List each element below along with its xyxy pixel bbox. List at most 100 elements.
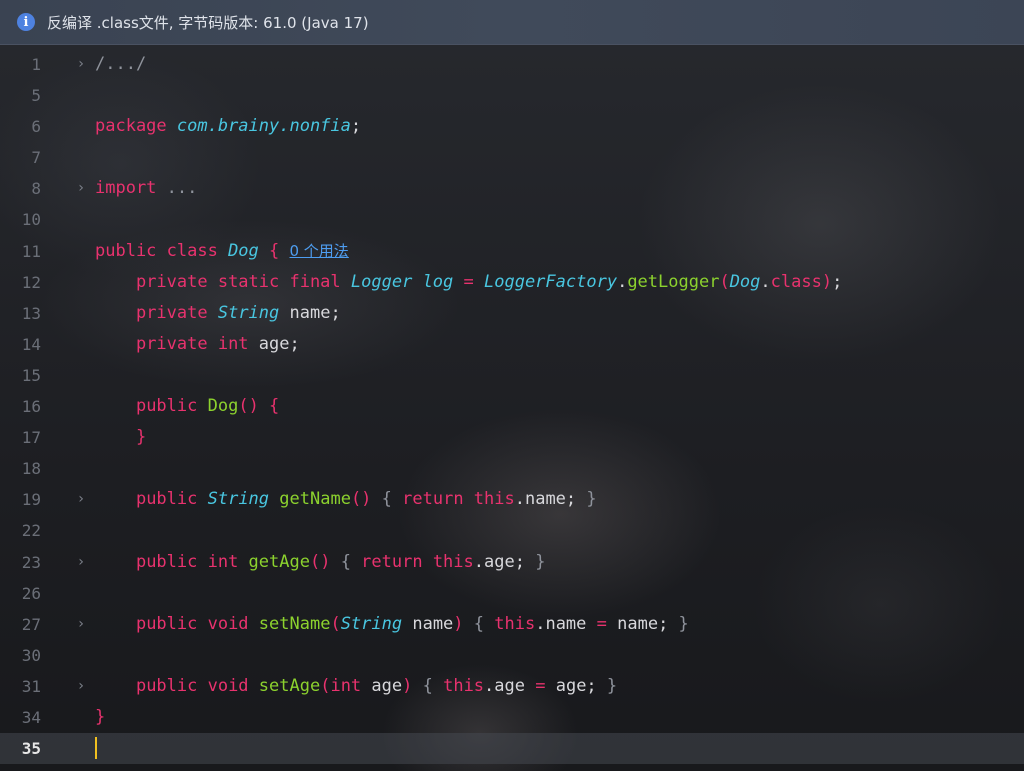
code-line[interactable]: 6 package com.brainy.nonfia;: [0, 111, 1024, 142]
line-number: 12: [21, 272, 41, 292]
code-token: int: [330, 675, 372, 696]
line-number: 13: [21, 303, 41, 323]
code-token: ;: [832, 271, 843, 292]
code-line[interactable]: 26: [0, 578, 1024, 609]
code-token: package: [95, 116, 177, 137]
code-line[interactable]: 13 private String name;: [0, 298, 1024, 329]
code-text: }: [95, 422, 146, 453]
code-text: /.../: [95, 49, 146, 80]
code-token: .name: [535, 613, 597, 634]
code-line[interactable]: 11 public class Dog { 0 个用法: [0, 236, 1024, 267]
code-text: [95, 733, 97, 764]
code-token: /.../: [95, 54, 147, 74]
fold-chevron-icon[interactable]: ›: [74, 671, 88, 702]
code-line[interactable]: 5: [0, 80, 1024, 111]
code-line[interactable]: 30: [0, 640, 1024, 671]
code-token: getLogger: [627, 271, 720, 292]
code-line[interactable]: 12 private static final Logger log = Log…: [0, 267, 1024, 298]
line-number: 16: [21, 397, 41, 417]
line-number: 1: [31, 55, 41, 74]
code-line[interactable]: 16 public Dog() {: [0, 391, 1024, 422]
code-token: setName: [258, 613, 331, 634]
banner-text: 反编译 .class文件, 字节码版本: 61.0 (Java 17): [47, 13, 369, 32]
code-text: public int getAge() { return this.age; }: [95, 547, 545, 578]
line-number: 22: [21, 521, 41, 541]
code-token: =: [596, 613, 607, 634]
code-token: age: [371, 675, 403, 696]
code-token: age;: [545, 675, 597, 696]
code-text: public void setName(String name) { this.…: [95, 609, 689, 640]
line-number: 30: [21, 645, 41, 665]
code-token: String: [340, 613, 403, 634]
code-token: {: [371, 489, 403, 510]
code-line[interactable]: 1 › /.../: [0, 49, 1024, 80]
code-token: .name;: [514, 489, 577, 510]
code-line[interactable]: 8 › import ...: [0, 173, 1024, 204]
fold-chevron-icon[interactable]: ›: [74, 609, 88, 640]
code-text: public class Dog { 0 个用法: [95, 236, 349, 267]
line-number: 31: [21, 676, 41, 696]
code-text: private static final Logger log = Logger…: [95, 267, 842, 298]
code-token: .age;: [473, 551, 525, 572]
code-token: public int: [135, 551, 249, 572]
code-line[interactable]: 22: [0, 515, 1024, 546]
code-line[interactable]: 17 }: [0, 422, 1024, 453]
code-token: }: [95, 706, 106, 727]
code-text: public void setAge(int age) { this.age =…: [95, 671, 617, 702]
code-token: return this: [361, 551, 474, 572]
code-line[interactable]: 35: [0, 733, 1024, 765]
code-line[interactable]: 14 private int age;: [0, 329, 1024, 360]
code-token: (: [330, 613, 341, 634]
code-token: (): [350, 489, 372, 510]
code-token: import: [95, 178, 167, 199]
code-line[interactable]: 18: [0, 453, 1024, 484]
line-number: 14: [21, 334, 41, 354]
fold-chevron-icon[interactable]: ›: [74, 49, 88, 80]
code-token: ): [402, 675, 413, 696]
code-token: ;: [350, 116, 362, 137]
code-line[interactable]: 23 › public int getAge() { return this.ag…: [0, 547, 1024, 578]
code-token: class: [770, 271, 822, 292]
line-number: 5: [31, 86, 41, 106]
code-token: return this: [402, 489, 515, 510]
code-token: {: [258, 240, 290, 261]
code-editor[interactable]: 1 ›/.../5 6 package com.brainy.nonfia; 7 8 › im…: [0, 49, 1024, 765]
code-line[interactable]: 15: [0, 360, 1024, 391]
code-line[interactable]: 10: [0, 204, 1024, 235]
usages-link[interactable]: 0 个用法: [290, 242, 349, 260]
line-number: 6: [31, 117, 41, 137]
code-text: public Dog() {: [95, 391, 279, 422]
code-token: name;: [279, 302, 341, 323]
info-icon: i: [17, 13, 35, 31]
code-token: LoggerFactory: [484, 271, 618, 292]
fold-chevron-icon[interactable]: ›: [74, 173, 88, 204]
code-line[interactable]: 31 › public void setAge(int age) { this.a…: [0, 671, 1024, 702]
code-text: }: [95, 702, 105, 733]
code-line[interactable]: 34}: [0, 702, 1024, 733]
code-token: this: [494, 613, 536, 634]
code-text: import ...: [95, 173, 197, 204]
code-token: this: [443, 675, 485, 696]
code-token: .: [617, 271, 628, 292]
code-line[interactable]: 7: [0, 142, 1024, 173]
code-token: name;: [606, 613, 669, 634]
code-token: log: [422, 271, 454, 292]
code-token: ): [453, 613, 464, 634]
code-token: public void: [135, 675, 259, 696]
code-line[interactable]: 27 › public void setName(String name) { t…: [0, 609, 1024, 640]
code-text: public String getName() { return this.na…: [95, 484, 597, 515]
code-token: public: [135, 489, 208, 510]
fold-chevron-icon[interactable]: ›: [74, 547, 88, 578]
line-number: 23: [21, 552, 41, 572]
code-token: public void: [135, 613, 259, 634]
code-token: Dog: [729, 271, 761, 292]
fold-chevron-icon[interactable]: ›: [74, 484, 88, 515]
line-number: 11: [21, 241, 41, 261]
code-token: public class: [95, 240, 229, 261]
code-line[interactable]: 19 › public String getName() { return thi…: [0, 484, 1024, 515]
line-number: 8: [31, 179, 41, 199]
